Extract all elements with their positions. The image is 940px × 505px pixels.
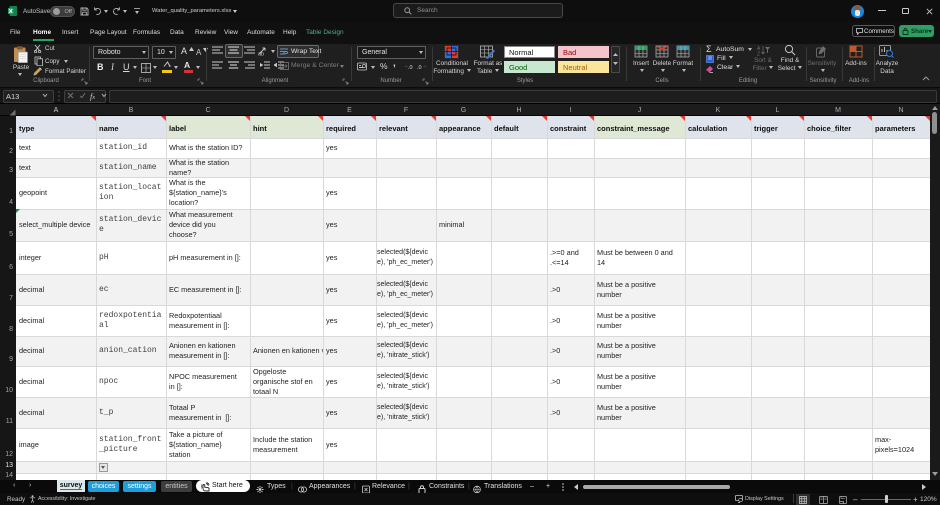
svg-text:→: → xyxy=(422,63,428,69)
svg-text:ab: ab xyxy=(258,52,264,57)
svg-text:Z: Z xyxy=(757,52,760,57)
svg-text:.0: .0 xyxy=(417,65,422,71)
svg-text:.0: .0 xyxy=(408,65,413,71)
